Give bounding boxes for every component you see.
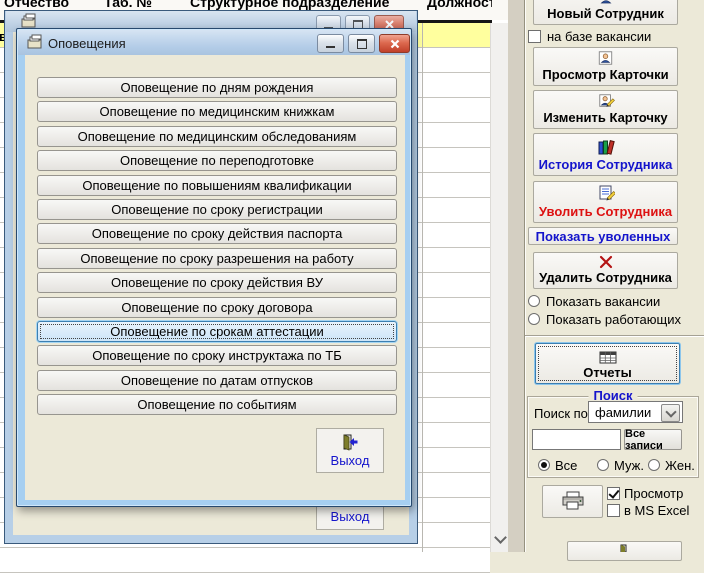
view-card-label: Просмотр Карточки (542, 67, 668, 82)
dialog-exit-label: Выход (331, 453, 370, 468)
show-dismissed-label: Показать уволенных (536, 229, 671, 244)
alert-button[interactable]: Оповещение по сроку договора (37, 297, 397, 318)
edit-card-label: Изменить Карточку (543, 110, 667, 125)
close-icon (390, 39, 400, 49)
alert-button[interactable]: Оповещение по датам отпусков (37, 370, 397, 391)
dialog-content: Оповещение по дням рождения Оповещение по… (25, 55, 405, 500)
column-header[interactable]: Структурное подразделение (190, 0, 389, 10)
alert-button[interactable]: Оповещение по медицинским обследованиям (37, 126, 397, 147)
dismiss-button[interactable]: Уволить Сотрудника (533, 181, 678, 223)
column-header[interactable]: Должность (427, 0, 492, 10)
dialog-exit-button[interactable]: Выход (316, 428, 384, 473)
sidebar-divider (525, 335, 704, 337)
excel-checkbox[interactable] (607, 504, 620, 517)
alert-button[interactable]: Оповещение по сроку разрешения на работу (37, 248, 397, 269)
cardfile-icon (21, 13, 37, 29)
gender-all-label: Все (555, 458, 577, 473)
all-records-button[interactable]: Все записи (624, 429, 682, 450)
alert-button[interactable]: Оповещение по событиям (37, 394, 397, 415)
alert-button[interactable]: Оповещение по медицинским книжкам (37, 101, 397, 122)
search-group: Поиск Поиск по фамилии Все записи Все Му… (527, 396, 699, 478)
document-edit-icon (597, 184, 615, 203)
combo-dropdown-button[interactable] (661, 404, 680, 422)
panel-gap (508, 0, 525, 552)
alert-button[interactable]: Оповещение по дням рождения (37, 77, 397, 98)
alert-button[interactable]: Оповещение по сроку инструктажа по ТБ (37, 345, 397, 366)
preview-label: Просмотр (624, 486, 683, 501)
show-working-label: Показать работающих (546, 312, 681, 327)
alert-button[interactable]: Оповещение по сроку регистрации (37, 199, 397, 220)
table-scrollbar[interactable] (490, 23, 508, 552)
new-employee-label: Новый Сотрудник (547, 6, 664, 21)
close-button[interactable] (379, 34, 410, 53)
door-exit-icon (341, 433, 359, 451)
column-header[interactable]: Отчество (4, 0, 69, 10)
person-edit-icon (597, 93, 615, 109)
reports-button[interactable]: Отчеты (535, 343, 680, 384)
reports-label: Отчеты (583, 365, 632, 380)
delete-employee-button[interactable]: Удалить Сотрудника (533, 252, 678, 289)
new-employee-button[interactable]: Новый Сотрудник (533, 0, 678, 25)
show-dismissed-button[interactable]: Показать уволенных (528, 227, 678, 245)
dismiss-label: Уволить Сотрудника (539, 204, 672, 219)
alert-button[interactable]: Оповещение по сроку действия паспорта (37, 223, 397, 244)
minimize-button[interactable] (317, 34, 344, 53)
show-vacancies-label: Показать вакансии (546, 294, 660, 309)
person-card-icon (597, 50, 614, 66)
alert-button[interactable]: Оповещение по повышениям квалификации (37, 175, 397, 196)
books-icon (596, 138, 616, 156)
gender-female-label: Жен. (665, 458, 695, 473)
excel-label: в MS Excel (624, 503, 689, 518)
print-button[interactable] (542, 485, 603, 518)
maximize-button[interactable] (348, 34, 375, 53)
search-by-combobox[interactable]: фамилии (588, 401, 683, 423)
person-icon (599, 0, 613, 5)
history-label: История Сотрудника (539, 157, 673, 172)
alerts-dialog: Оповещения Оповещение по дням рожденияОп… (16, 28, 412, 507)
delete-employee-label: Удалить Сотрудника (539, 270, 672, 285)
scroll-down-icon[interactable] (494, 531, 507, 544)
red-x-icon (598, 255, 614, 269)
door-exit-icon (619, 544, 631, 552)
all-records-label: Все записи (625, 428, 681, 452)
column-header[interactable]: Таб. № (104, 0, 152, 10)
gender-male-radio[interactable] (597, 459, 609, 471)
printer-icon (560, 491, 586, 511)
gender-male-label: Муж. (614, 458, 644, 473)
gender-female-radio[interactable] (648, 459, 660, 471)
search-input[interactable] (532, 429, 621, 450)
gender-all-radio[interactable] (538, 459, 550, 471)
report-table-icon (599, 351, 617, 364)
table-column-divider (422, 23, 423, 552)
search-by-value: фамилии (595, 405, 651, 420)
search-by-label: Поиск по (534, 406, 588, 421)
cardfile-icon (27, 34, 43, 50)
back-exit-label: Выход (331, 509, 370, 524)
sidebar-exit-button-clipped[interactable] (567, 541, 682, 561)
edit-card-button[interactable]: Изменить Карточку (533, 90, 678, 129)
vacancy-basis-label: на базе вакансии (547, 29, 651, 44)
show-working-radio[interactable] (528, 313, 540, 325)
alert-button[interactable]: Оповещение по переподготовке (37, 150, 397, 171)
dialog-titlebar[interactable]: Оповещения (18, 30, 410, 55)
alert-button[interactable]: Оповещение по сроку действия ВУ (37, 272, 397, 293)
dialog-title: Оповещения (48, 36, 126, 51)
sidebar: Новый Сотрудник на базе вакансии Просмот… (525, 0, 704, 552)
show-vacancies-radio[interactable] (528, 295, 540, 307)
history-button[interactable]: История Сотрудника (533, 133, 678, 176)
alert-button[interactable]: Оповещение по срокам аттестации (37, 321, 397, 342)
preview-checkbox[interactable] (607, 487, 620, 500)
chevron-down-icon (665, 406, 676, 417)
view-card-button[interactable]: Просмотр Карточки (533, 47, 678, 86)
vacancy-basis-checkbox[interactable] (528, 30, 541, 43)
